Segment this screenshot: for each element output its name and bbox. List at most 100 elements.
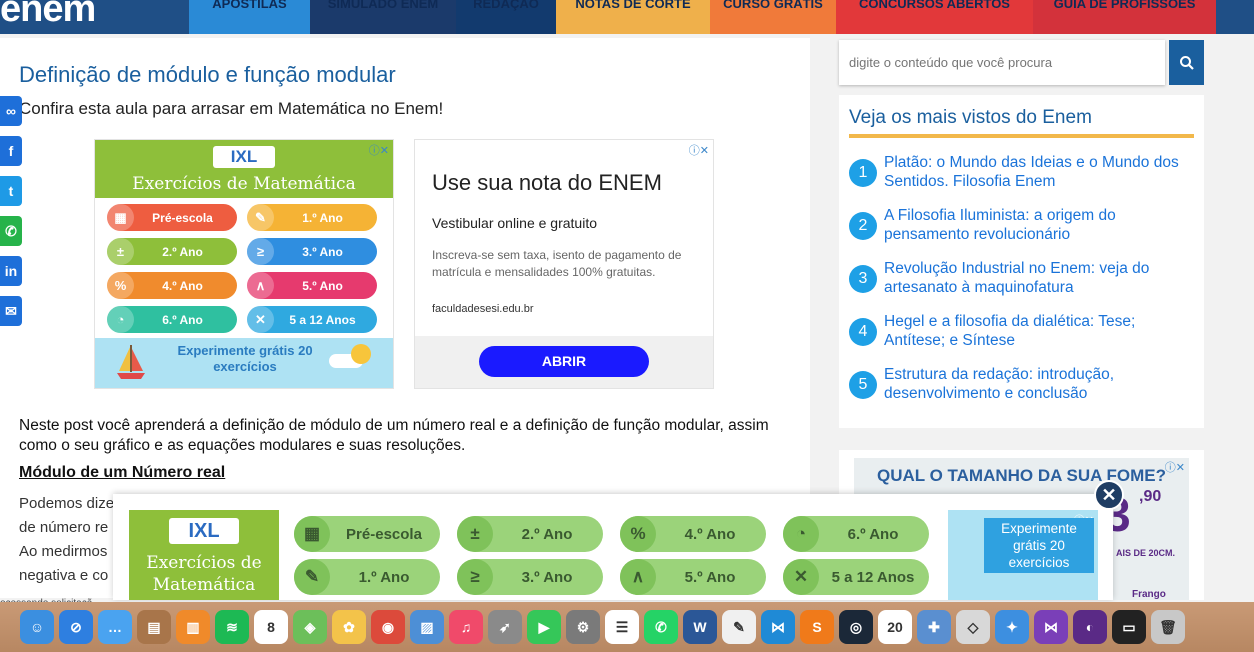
reminders-icon[interactable]: ☰ — [605, 610, 639, 644]
grade-button[interactable]: ◔ 6.º Ano — [783, 516, 929, 552]
grade-button[interactable]: ∧ 5.º Ano — [620, 559, 766, 595]
adchoices-icon[interactable]: ⓘ✕ — [689, 142, 709, 158]
email-icon[interactable]: ✉ — [0, 296, 22, 326]
grade-button[interactable]: ±2.º Ano — [107, 238, 237, 265]
grade-button[interactable]: ∧ 5.º Ano — [247, 272, 377, 299]
most-viewed-link[interactable]: Revolução Industrial no Enem: veja do ar… — [884, 259, 1184, 297]
grade-label: 3.º Ano — [302, 244, 343, 259]
grade-button[interactable]: ◔ 6.º Ano — [107, 306, 237, 333]
most-viewed-item[interactable]: 4 Hegel e a filosofia da dialética: Tese;… — [849, 312, 1194, 356]
nav-item[interactable]: GUIA DE PROFISSÕES — [1033, 0, 1216, 34]
search-input[interactable] — [839, 40, 1165, 85]
whatsapp-dock-icon[interactable]: ✆ — [644, 610, 678, 644]
most-viewed-link[interactable]: Hegel e a filosofia da dialética: Tese; … — [884, 312, 1184, 350]
ixl-ad[interactable]: IXL Exercícios de Matemática ⓘ✕ ▦ Pré-esc… — [94, 139, 394, 389]
grade-button[interactable]: % 4.º Ano — [107, 272, 237, 299]
nav-item-label: CURSO GRÁTIS — [723, 0, 823, 11]
grade-button[interactable]: ✕ 5 a 12 Anos — [783, 559, 929, 595]
most-viewed-item[interactable]: 2A Filosofia Iluminista: a origem do pen… — [849, 206, 1194, 250]
tableau-icon[interactable]: ✚ — [917, 610, 951, 644]
twitter-icon[interactable]: t — [0, 176, 22, 206]
float-ad-cta-panel[interactable]: ⓘ✕ Experimente grátis 20 exercícios — [948, 510, 1098, 600]
grade-button[interactable]: % 4.º Ano — [620, 516, 766, 552]
tor-icon[interactable]: ◐ — [1073, 610, 1107, 644]
calendar-icon[interactable]: 8 — [254, 610, 288, 644]
search-button[interactable] — [1169, 40, 1204, 85]
finder-icon[interactable]: ☺ — [20, 610, 54, 644]
grade-button[interactable]: ✎ 1.º Ano — [294, 559, 440, 595]
text-ad-url[interactable]: faculdadesesi.edu.br — [432, 303, 534, 315]
grade-button[interactable]: ✎ 1.º Ano — [247, 204, 377, 231]
chrome-icon[interactable]: ◉ — [371, 610, 405, 644]
steam-icon[interactable]: ◎ — [839, 610, 873, 644]
roblox-icon[interactable]: ◇ — [956, 610, 990, 644]
word-icon[interactable]: W — [683, 610, 717, 644]
nav-item[interactable]: CURSO GRÁTIS — [710, 0, 836, 34]
most-viewed-link[interactable]: Platão: o Mundo das Ideias e o Mundo dos… — [884, 153, 1184, 191]
promo-small-text: AIS DE 20CM. — [1116, 548, 1176, 558]
linkedin-icon[interactable]: in — [0, 256, 22, 286]
app-20-icon[interactable]: 20 — [878, 610, 912, 644]
spotify-icon[interactable]: ≋ — [215, 610, 249, 644]
grade-button[interactable]: ▦ Pré-escola — [294, 516, 440, 552]
whatsapp-icon[interactable]: ✆ — [0, 216, 22, 246]
textedit-icon[interactable]: ✎ — [722, 610, 756, 644]
floating-bottom-ad[interactable]: IXL Exercícios de Matemática ▦ Pré-escola… — [113, 494, 1113, 600]
sublime-icon[interactable]: S — [800, 610, 834, 644]
preview-icon[interactable]: ▨ — [410, 610, 444, 644]
nav-item[interactable]: REDAÇÃO — [456, 0, 556, 34]
enem-text-ad[interactable]: ⓘ✕ Use sua nota do ENEM Vestibular onlin… — [414, 139, 714, 389]
nav-item[interactable]: CONCURSOS ABERTOS — [836, 0, 1033, 34]
ixl-ad-footer[interactable]: Experimente grátis 20 exercícios — [95, 338, 393, 388]
grade-button[interactable]: ≥3.º Ano — [457, 559, 603, 595]
maps-icon[interactable]: ◈ — [293, 610, 327, 644]
main-nav: APOSTILAS SIMULADO ENEM REDAÇÃO NOTAS DE CO… — [189, 0, 1216, 34]
launchpad-icon[interactable]: ➶ — [488, 610, 522, 644]
grade-icon: ≥ — [457, 559, 493, 595]
most-viewed-title: Veja os mais vistos do Enem — [849, 107, 1092, 128]
terminal-icon[interactable]: ▭ — [1112, 610, 1146, 644]
messages-icon[interactable]: … — [98, 610, 132, 644]
most-viewed-link[interactable]: A Filosofia Iluminista: a origem do pens… — [884, 206, 1184, 244]
ixl-logo: IXL — [169, 518, 239, 544]
promo-price-cents: ,90 — [1139, 488, 1162, 505]
ixl-ad-cta[interactable]: Experimente grátis 20 exercícios — [165, 343, 325, 375]
grade-label: 2.º Ano — [521, 525, 573, 543]
safari-icon[interactable]: ⊘ — [59, 610, 93, 644]
most-viewed-link[interactable]: Estrutura da redação: introdução, desenv… — [884, 365, 1184, 403]
most-viewed-item[interactable]: 1 Platão: o Mundo das Ideias e o Mundo do… — [849, 153, 1194, 197]
link-icon[interactable]: ∞ — [0, 96, 22, 126]
grade-button[interactable]: ≥3.º Ano — [247, 238, 377, 265]
text-ad-title[interactable]: Use sua nota do ENEM — [432, 170, 662, 196]
facebook-icon[interactable]: f — [0, 136, 22, 166]
music-icon[interactable]: ♫ — [449, 610, 483, 644]
grade-button[interactable]: ✕ 5 a 12 Anos — [247, 306, 377, 333]
nav-item[interactable]: NOTAS DE CORTE — [556, 0, 710, 34]
most-viewed-item[interactable]: 3 Revolução Industrial no Enem: veja do a… — [849, 259, 1194, 303]
facetime-icon[interactable]: ▶ — [527, 610, 561, 644]
nav-item[interactable]: APOSTILAS — [189, 0, 310, 34]
adchoices-icon[interactable]: ⓘ✕ — [369, 142, 389, 158]
float-ad-cta[interactable]: Experimente grátis 20 exercícios — [984, 518, 1094, 573]
visual-studio-icon[interactable]: ⋈ — [1034, 610, 1068, 644]
open-button[interactable]: ABRIR — [479, 346, 649, 377]
xcode-icon[interactable]: ✦ — [995, 610, 1029, 644]
grade-icon: ± — [457, 516, 493, 552]
trash-icon[interactable]: 🗑 — [1151, 610, 1185, 644]
paragraph-line: Ao medirmos — [19, 543, 108, 560]
adchoices-icon[interactable]: ⓘ✕ — [1165, 459, 1185, 475]
grade-label: Pré-escola — [346, 525, 422, 543]
grade-button[interactable]: ▦ Pré-escola — [107, 204, 237, 231]
grade-icon: ✕ — [783, 559, 819, 595]
most-viewed-item[interactable]: 5 Estrutura da redação: introdução, desen… — [849, 365, 1194, 409]
grade-button[interactable]: ±2.º Ano — [457, 516, 603, 552]
nav-item[interactable]: SIMULADO ENEM — [310, 0, 456, 34]
books-icon[interactable]: ▥ — [176, 610, 210, 644]
system-preferences-icon[interactable]: ⚙ — [566, 610, 600, 644]
photos-icon[interactable]: ✿ — [332, 610, 366, 644]
close-ad-button[interactable]: ✕ — [1094, 480, 1124, 510]
contacts-icon[interactable]: ▤ — [137, 610, 171, 644]
nav-item-label: CONCURSOS ABERTOS — [859, 0, 1010, 11]
site-logo[interactable]: enem — [0, 0, 96, 31]
vscode-icon[interactable]: ⋈ — [761, 610, 795, 644]
